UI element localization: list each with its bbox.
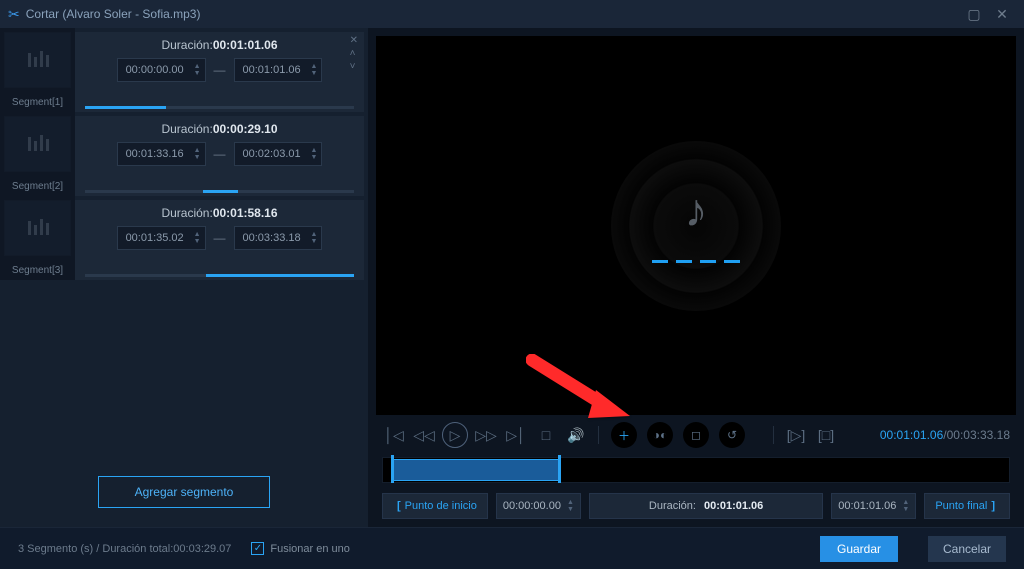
start-point-button[interactable]: [Punto de inicio [382,493,488,519]
merge-label: Fusionar en uno [270,543,350,555]
segment-label: Segment[3] [0,260,75,280]
play-button[interactable]: ▷ [442,422,468,448]
time-display: 00:01:01.06/00:03:33.18 [880,428,1010,442]
timeline-handle-end[interactable] [555,455,565,483]
chevron-down-icon[interactable]: ˅ [350,62,358,72]
end-time-input[interactable]: 00:01:01.06▲▼ [831,493,916,519]
step-up-icon[interactable]: ▲ [194,147,201,154]
timeline[interactable] [382,457,1010,483]
step-down-icon[interactable]: ▼ [311,70,318,77]
volume-icon[interactable]: 🔊 [564,427,588,444]
step-down-icon[interactable]: ▼ [311,238,318,245]
segment-start-input[interactable]: 00:01:35.02▲▼ [117,226,206,250]
segment-range[interactable] [85,274,354,277]
mark-in-icon[interactable]: [▷] [784,427,808,444]
cancel-button[interactable]: Cancelar [928,536,1006,562]
duration-label: Duración: [161,38,212,52]
close-button[interactable]: ✕ [988,6,1016,23]
mark-out-icon[interactable]: [□] [814,427,838,443]
merge-checkbox[interactable]: ✓ Fusionar en uno [251,542,350,555]
segment-card[interactable]: Duración:00:00:29.10 00:01:33.16▲▼ — 00:… [75,116,364,196]
start-time-input[interactable]: 00:00:00.00▲▼ [496,493,581,519]
dash: — [214,147,226,161]
segment-thumb[interactable] [4,200,71,256]
chevron-up-icon[interactable]: ˄ [350,49,358,59]
checkbox-icon: ✓ [251,542,264,555]
step-up-icon[interactable]: ▲ [311,147,318,154]
step-down-icon[interactable]: ▼ [194,70,201,77]
segment-label: Segment[1] [0,92,75,112]
duration-value: 00:01:58.16 [213,206,278,220]
audio-disc-icon: ♪ [611,141,781,311]
segment-range[interactable] [85,106,354,109]
music-note-icon: ♪ [685,183,708,237]
skip-end-icon[interactable]: ▷│ [504,427,528,444]
segment-card[interactable]: Duración:00:01:58.16 00:01:35.02▲▼ — 00:… [75,200,364,280]
duration-input[interactable]: Duración:00:01:01.06 [589,493,823,519]
duration-label: Duración: [161,122,212,136]
end-point-button[interactable]: Punto final] [924,493,1010,519]
segment-card[interactable]: ✕ ˄ ˅ Duración:00:01:01.06 00:00:00.00▲▼… [75,32,364,112]
save-button[interactable]: Guardar [820,536,898,562]
step-up-icon[interactable]: ▲ [311,231,318,238]
duration-value: 00:00:29.10 [213,122,278,136]
status-text: 3 Segmento (s) / Duración total:00:03:29… [18,543,231,555]
step-up-icon[interactable]: ▲ [311,63,318,70]
segment-row: Segment[3] Duración:00:01:58.16 00:01:35… [0,196,368,280]
segment-label: Segment[2] [0,176,75,196]
close-icon[interactable]: ✕ [350,36,358,46]
segment-thumb[interactable] [4,116,71,172]
skip-start-icon[interactable]: │◁ [382,427,406,444]
dash: — [214,231,226,245]
segment-row: Segment[1] ✕ ˄ ˅ Duración:00:01:01.06 00… [0,28,368,112]
segment-end-input[interactable]: 00:02:03.01▲▼ [234,142,323,166]
duration-value: 00:01:01.06 [213,38,278,52]
step-down-icon[interactable]: ▼ [194,238,201,245]
split-button[interactable]: ◑◐ [647,422,673,448]
add-segment-button[interactable]: Agregar segmento [98,476,271,508]
stop-icon[interactable]: □ [534,427,558,443]
segment-start-input[interactable]: 00:00:00.00▲▼ [117,58,206,82]
step-up-icon[interactable]: ▲ [194,231,201,238]
add-marker-button[interactable]: ＋ [611,422,637,448]
segment-row: Segment[2] Duración:00:00:29.10 00:01:33… [0,112,368,196]
titlebar: ✂ Cortar (Alvaro Soler - Sofia.mp3) ▢ ✕ [0,0,1024,28]
window-title: Cortar (Alvaro Soler - Sofia.mp3) [26,7,201,21]
step-up-icon[interactable]: ▲ [194,63,201,70]
step-down-icon[interactable]: ▼ [194,154,201,161]
scissors-icon: ✂ [8,6,20,23]
segment-end-input[interactable]: 00:03:33.18▲▼ [234,226,323,250]
duration-label: Duración: [161,206,212,220]
playback-controls: │◁ ◁◁ ▷ ▷▷ ▷│ □ 🔊 ＋ ◑◐ ◻ ↺ [▷] [□] 00:01… [372,419,1020,451]
timeline-selection[interactable] [391,459,559,481]
segment-thumb[interactable] [4,32,71,88]
segment-range[interactable] [85,190,354,193]
segment-start-input[interactable]: 00:01:33.16▲▼ [117,142,206,166]
crop-button[interactable]: ◻ [683,422,709,448]
step-down-icon[interactable]: ▼ [311,154,318,161]
preview-pane: ♪ [376,36,1016,415]
segment-end-input[interactable]: 00:01:01.06▲▼ [234,58,323,82]
timeline-handle-start[interactable] [388,455,398,483]
rewind-icon[interactable]: ◁◁ [412,427,436,444]
maximize-button[interactable]: ▢ [960,6,988,23]
undo-button[interactable]: ↺ [719,422,745,448]
forward-icon[interactable]: ▷▷ [474,427,498,444]
dash: — [214,63,226,77]
